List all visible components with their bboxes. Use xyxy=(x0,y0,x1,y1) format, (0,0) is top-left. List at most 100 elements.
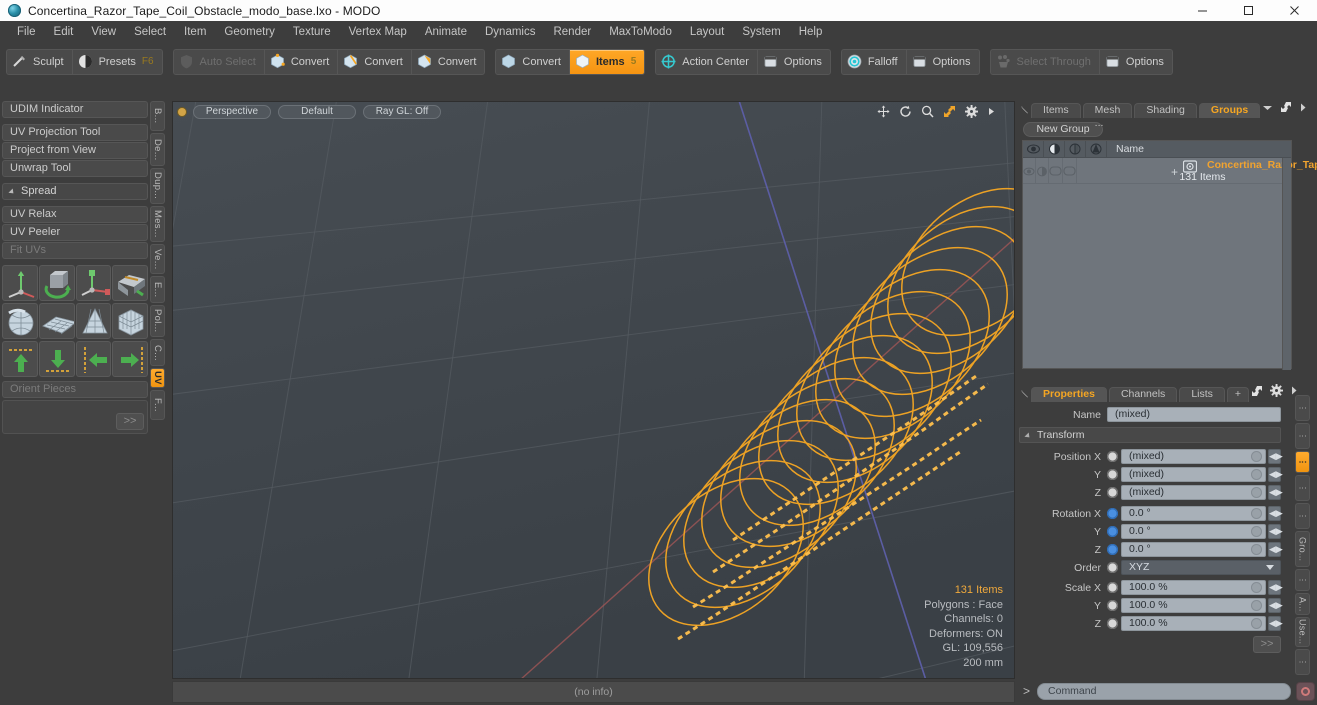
row-lock-toggle[interactable] xyxy=(1049,158,1063,184)
position-y-handle[interactable] xyxy=(1251,469,1262,480)
panel-menu-icon[interactable] xyxy=(1020,105,1030,115)
left-vtab-mes[interactable]: Mes... xyxy=(150,206,165,242)
scale-y-stepper[interactable]: ◀▶ xyxy=(1268,598,1283,613)
menu-select[interactable]: Select xyxy=(125,21,175,43)
tab-channels[interactable]: Channels xyxy=(1108,387,1178,402)
row-visibility-toggle[interactable] xyxy=(1023,158,1036,184)
select-through-options-button[interactable]: Options xyxy=(1100,50,1172,74)
uv-align-up-icon[interactable] xyxy=(2,341,38,377)
wireframe-icon[interactable] xyxy=(1086,140,1107,158)
minimize-button[interactable] xyxy=(1179,0,1225,21)
right-vtab-8[interactable]: Use... xyxy=(1295,617,1310,647)
rotation-x-field[interactable]: 0.0 ° xyxy=(1121,506,1266,521)
rotation-y-handle[interactable] xyxy=(1251,526,1262,537)
scale-z-field[interactable]: 100.0 % xyxy=(1121,616,1266,631)
left-vtab-ve[interactable]: Ve... xyxy=(150,244,165,274)
scale-x-handle[interactable] xyxy=(1251,582,1262,593)
scale-x-field[interactable]: 100.0 % xyxy=(1121,580,1266,595)
groups-tree-scrollbar[interactable] xyxy=(1282,158,1291,370)
row-wireframe-toggle[interactable] xyxy=(1063,158,1077,184)
uv-rotate-gizmo-icon[interactable] xyxy=(38,265,75,301)
3d-viewport[interactable]: Perspective Default Ray GL: Off 131 Item… xyxy=(172,101,1015,679)
rotate-view-icon[interactable] xyxy=(899,105,912,118)
uv-align-left-icon[interactable] xyxy=(75,341,112,377)
maximize-button[interactable] xyxy=(1225,0,1271,21)
rotation-x-handle[interactable] xyxy=(1251,508,1262,519)
record-macro-icon[interactable] xyxy=(1296,681,1315,701)
lock-icon[interactable] xyxy=(1065,140,1086,158)
rotation-z-animate-dot[interactable] xyxy=(1107,544,1118,555)
left-vtab-f[interactable]: F... xyxy=(150,390,165,420)
position-x-handle[interactable] xyxy=(1251,451,1262,462)
rotation-z-field[interactable]: 0.0 ° xyxy=(1121,542,1266,557)
viewport-more-arrow-icon[interactable] xyxy=(987,105,996,118)
orient-pieces-field[interactable]: Orient Pieces xyxy=(2,381,148,398)
left-vtab-e[interactable]: E... xyxy=(150,276,165,303)
position-z-stepper[interactable]: ◀▶ xyxy=(1268,485,1283,500)
convert-item-button[interactable]: Convert xyxy=(496,49,570,74)
panel-next-arrow-icon[interactable] xyxy=(1299,102,1307,116)
close-button[interactable] xyxy=(1271,0,1317,21)
fit-view-icon[interactable] xyxy=(943,105,956,118)
render-shading-icon[interactable] xyxy=(1044,140,1065,158)
presets-button[interactable]: Presets F6 xyxy=(73,50,162,74)
menu-maxtomodo[interactable]: MaxToModo xyxy=(600,21,681,43)
menu-file[interactable]: File xyxy=(8,21,45,43)
convert-edge-button[interactable]: Convert xyxy=(338,49,412,74)
rotation-z-stepper[interactable]: ◀▶ xyxy=(1268,542,1283,557)
menu-dynamics[interactable]: Dynamics xyxy=(476,21,544,43)
select-through-button[interactable]: Select Through xyxy=(991,49,1100,74)
table-row[interactable]: + Concertina_Razor_Tape_ ... 131 Items xyxy=(1023,158,1317,184)
expand-row-icon[interactable]: + xyxy=(1171,165,1178,179)
scale-y-field[interactable]: 100.0 % xyxy=(1121,598,1266,613)
action-center-options-button[interactable]: Options xyxy=(758,50,830,74)
order-select[interactable]: XYZ xyxy=(1121,560,1281,575)
project-from-view-button[interactable]: Project from View xyxy=(2,142,148,159)
menu-geometry[interactable]: Geometry xyxy=(215,21,284,43)
position-z-handle[interactable] xyxy=(1251,487,1262,498)
properties-more-button[interactable]: >> xyxy=(1253,636,1281,653)
rotation-y-animate-dot[interactable] xyxy=(1107,526,1118,537)
rotation-x-stepper[interactable]: ◀▶ xyxy=(1268,506,1283,521)
scale-x-animate-dot[interactable] xyxy=(1107,582,1118,593)
menu-animate[interactable]: Animate xyxy=(416,21,476,43)
menu-edit[interactable]: Edit xyxy=(45,21,83,43)
transform-section-header[interactable]: Transform xyxy=(1019,427,1281,443)
rotation-z-handle[interactable] xyxy=(1251,544,1262,555)
left-vtab-uv[interactable]: UV xyxy=(150,368,165,388)
menu-texture[interactable]: Texture xyxy=(284,21,340,43)
uv-align-right-icon[interactable] xyxy=(112,341,148,377)
tab-lists[interactable]: Lists xyxy=(1179,387,1225,402)
move-view-icon[interactable] xyxy=(877,105,890,118)
menu-item[interactable]: Item xyxy=(175,21,215,43)
auto-select-button[interactable]: Auto Select xyxy=(174,49,265,74)
uv-plane-map-icon[interactable] xyxy=(38,303,75,339)
uv-relax-button[interactable]: UV Relax xyxy=(2,206,148,223)
position-y-stepper[interactable]: ◀▶ xyxy=(1268,467,1283,482)
name-field[interactable]: (mixed) xyxy=(1107,407,1281,422)
tab-properties[interactable]: Properties xyxy=(1031,387,1107,402)
viewport-settings-gear-icon[interactable] xyxy=(965,105,978,118)
zoom-view-icon[interactable] xyxy=(921,105,934,118)
uv-box-map-icon[interactable] xyxy=(112,303,148,339)
right-vtab-1[interactable]: ⋮ xyxy=(1295,423,1310,449)
left-vtab-de[interactable]: De... xyxy=(150,133,165,166)
menu-layout[interactable]: Layout xyxy=(681,21,734,43)
spread-section-header[interactable]: Spread xyxy=(2,183,148,200)
right-vtab-2[interactable]: ⋮ xyxy=(1295,451,1310,473)
rotation-y-field[interactable]: 0.0 ° xyxy=(1121,524,1266,539)
uv-cone-map-icon[interactable] xyxy=(75,303,112,339)
right-vtab-6[interactable]: ⋮ xyxy=(1295,569,1310,591)
left-vtab-pol[interactable]: Pol... xyxy=(150,305,165,337)
viewport-shading-button[interactable]: Default xyxy=(278,105,356,119)
action-center-button[interactable]: Action Center xyxy=(656,49,758,74)
menu-system[interactable]: System xyxy=(733,21,789,43)
menu-view[interactable]: View xyxy=(82,21,125,43)
tab-items[interactable]: Items xyxy=(1031,103,1081,118)
order-animate-dot[interactable] xyxy=(1107,562,1118,573)
left-panel-more-button[interactable]: >> xyxy=(116,413,144,430)
new-group-button[interactable]: New Group xyxy=(1023,122,1103,137)
row-shading-toggle[interactable] xyxy=(1036,158,1049,184)
groups-tree[interactable]: Name + Concertina_Ra or_Ta 131 Items xyxy=(1022,140,1317,370)
position-z-field[interactable]: (mixed) xyxy=(1121,485,1266,500)
